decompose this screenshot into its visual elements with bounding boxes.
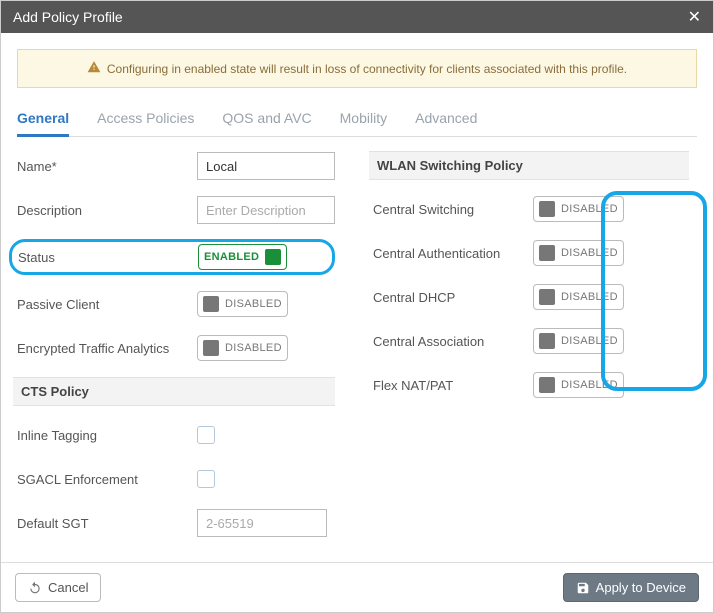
label-status: Status: [18, 250, 198, 265]
tab-mobility[interactable]: Mobility: [340, 106, 387, 136]
toggle-knob-icon: [539, 245, 555, 261]
warning-text: Configuring in enabled state will result…: [107, 62, 627, 76]
tab-qos-avc[interactable]: QOS and AVC: [222, 106, 311, 136]
cancel-button[interactable]: Cancel: [15, 573, 101, 602]
toggle-knob-icon: [265, 249, 281, 265]
wlan-switching-header: WLAN Switching Policy: [369, 151, 689, 180]
toggle-knob-icon: [539, 377, 555, 393]
col-right: WLAN Switching Policy Central Switching …: [373, 151, 697, 552]
description-input[interactable]: [197, 196, 335, 224]
label-central-auth: Central Authentication: [373, 246, 533, 261]
label-sgacl: SGACL Enforcement: [17, 472, 197, 487]
inline-tagging-checkbox[interactable]: [197, 426, 215, 444]
row-encrypted-traffic: Encrypted Traffic Analytics DISABLED: [17, 333, 335, 363]
warning-banner: Configuring in enabled state will result…: [17, 49, 697, 88]
label-central-switching: Central Switching: [373, 202, 533, 217]
footer: Cancel Apply to Device: [1, 562, 713, 612]
close-icon[interactable]: ✕: [688, 7, 701, 27]
warning-icon: [87, 60, 101, 77]
toggle-label: DISABLED: [219, 298, 282, 310]
toggle-label: DISABLED: [219, 342, 282, 354]
toggle-knob-icon: [203, 340, 219, 356]
label-passive-client: Passive Client: [17, 297, 197, 312]
tab-bar: General Access Policies QOS and AVC Mobi…: [17, 106, 697, 137]
label-default-sgt: Default SGT: [17, 516, 197, 531]
label-encrypted-traffic: Encrypted Traffic Analytics: [17, 341, 197, 356]
status-toggle[interactable]: ENABLED: [198, 244, 287, 270]
row-passive-client: Passive Client DISABLED: [17, 289, 335, 319]
label-flex-nat: Flex NAT/PAT: [373, 378, 533, 393]
toggle-knob-icon: [203, 296, 219, 312]
row-default-sgt: Default SGT: [17, 508, 335, 538]
label-inline-tagging: Inline Tagging: [17, 428, 197, 443]
undo-icon: [28, 581, 42, 595]
apply-button[interactable]: Apply to Device: [563, 573, 699, 602]
cancel-label: Cancel: [48, 580, 88, 595]
label-description: Description: [17, 203, 197, 218]
row-name: Name*: [17, 151, 335, 181]
toggle-knob-icon: [539, 201, 555, 217]
label-central-assoc: Central Association: [373, 334, 533, 349]
encrypted-traffic-toggle[interactable]: DISABLED: [197, 335, 288, 361]
row-status: Status ENABLED: [9, 239, 335, 275]
tab-general[interactable]: General: [17, 106, 69, 137]
label-name: Name*: [17, 159, 197, 174]
name-input[interactable]: [197, 152, 335, 180]
dialog-title: Add Policy Profile: [13, 9, 123, 25]
dialog-body: Configuring in enabled state will result…: [1, 33, 713, 552]
cts-policy-header: CTS Policy: [13, 377, 335, 406]
save-icon: [576, 581, 590, 595]
col-left: Name* Description Status ENABLED Passive…: [17, 151, 343, 552]
apply-label: Apply to Device: [596, 580, 686, 595]
title-bar: Add Policy Profile ✕: [1, 1, 713, 33]
passive-client-toggle[interactable]: DISABLED: [197, 291, 288, 317]
sgacl-checkbox[interactable]: [197, 470, 215, 488]
toggle-label: ENABLED: [204, 251, 265, 263]
label-central-dhcp: Central DHCP: [373, 290, 533, 305]
toggle-knob-icon: [539, 333, 555, 349]
row-inline-tagging: Inline Tagging: [17, 420, 335, 450]
wlan-highlight-box: [601, 191, 707, 391]
tab-access-policies[interactable]: Access Policies: [97, 106, 194, 136]
dialog: Add Policy Profile ✕ Configuring in enab…: [0, 0, 714, 613]
toggle-knob-icon: [539, 289, 555, 305]
tab-advanced[interactable]: Advanced: [415, 106, 477, 136]
row-sgacl: SGACL Enforcement: [17, 464, 335, 494]
form-columns: Name* Description Status ENABLED Passive…: [17, 151, 697, 552]
default-sgt-input[interactable]: [197, 509, 327, 537]
row-description: Description: [17, 195, 335, 225]
